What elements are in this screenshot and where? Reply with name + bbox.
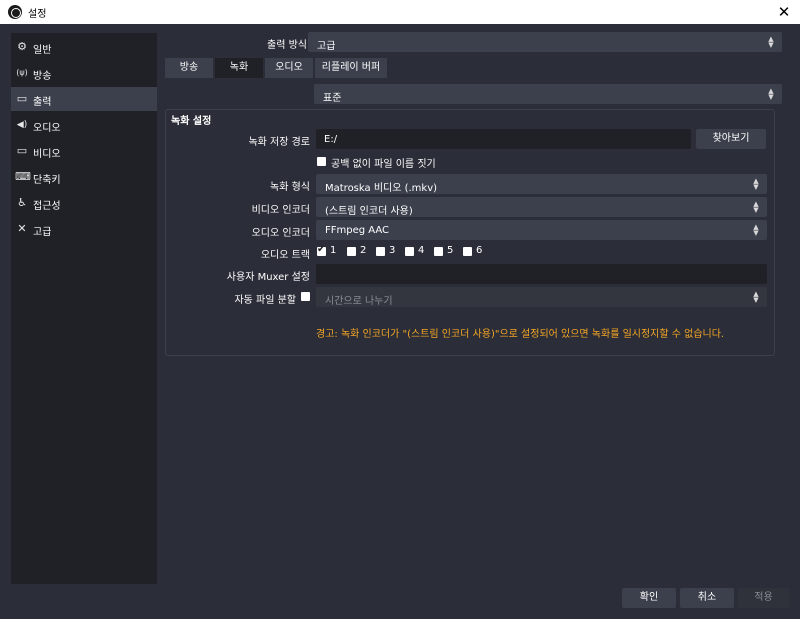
audio-track-3-checkbox[interactable]: [376, 247, 385, 256]
accessibility-icon: ♿: [17, 196, 27, 209]
output-mode-label: 출력 방식: [267, 40, 307, 51]
sidebar-item-accessibility[interactable]: ♿ 접근성: [11, 191, 157, 215]
monitor-icon: ▭: [16, 144, 28, 157]
sidebar-item-label: 일반: [33, 45, 52, 56]
sidebar-item-advanced[interactable]: ✕ 고급: [11, 217, 157, 241]
recording-path-label: 녹화 저장 경로: [248, 137, 310, 148]
ok-button[interactable]: 확인: [622, 588, 676, 608]
sidebar-item-video[interactable]: ▭ 비디오: [11, 139, 157, 163]
settings-window: ⚙ 일반 (ψ) 방송 ▭ 출력 ◀) 오디오 ▭ 비디오 ⌨ 단축키 ♿ 접근…: [0, 24, 800, 619]
video-encoder-label: 비디오 인코더: [251, 205, 310, 216]
keyboard-icon: ⌨: [15, 170, 31, 183]
audio-track-3-label: 3: [389, 245, 396, 256]
audio-track-label: 오디오 트랙: [260, 250, 310, 261]
audio-track-6-label: 6: [476, 245, 483, 256]
tab-recording[interactable]: 녹화: [215, 58, 263, 78]
muxer-settings-input[interactable]: [316, 264, 767, 284]
sidebar-item-label: 접근성: [33, 201, 61, 212]
audio-track-6-checkbox[interactable]: [463, 247, 472, 256]
output-mode-value: 고급: [317, 41, 336, 52]
group-title: 녹화 설정: [171, 116, 212, 127]
sidebar-item-label: 출력: [33, 97, 52, 108]
audio-track-1-label: 1: [330, 245, 337, 256]
recording-settings-group: 녹화 설정 녹화 저장 경로 E:/ 찾아보기 공백 없이 파일 이름 짓기 녹…: [165, 109, 775, 356]
tools-icon: ✕: [17, 222, 27, 235]
sidebar-item-audio[interactable]: ◀) 오디오: [11, 113, 157, 137]
muxer-settings-label: 사용자 Muxer 설정: [226, 272, 310, 283]
recording-path-input[interactable]: E:/: [316, 129, 691, 149]
output-icon: ▭: [16, 92, 28, 105]
cancel-button[interactable]: 취소: [680, 588, 734, 608]
type-select[interactable]: 표준 ▲ ▼: [314, 84, 782, 104]
audio-track-2-checkbox[interactable]: [347, 247, 356, 256]
auto-split-label: 자동 파일 분할: [234, 295, 296, 306]
sidebar-item-label: 단축키: [33, 175, 61, 186]
tab-stream[interactable]: 방송: [165, 58, 213, 78]
sidebar-item-label: 고급: [33, 227, 52, 238]
tab-replay-buffer[interactable]: 리플레이 버퍼: [315, 58, 387, 78]
type-value: 표준: [323, 93, 342, 104]
sidebar-item-label: 방송: [33, 71, 52, 82]
recording-format-value: Matroska 비디오 (.mkv): [325, 183, 438, 194]
recording-format-select[interactable]: Matroska 비디오 (.mkv) ▲ ▼: [316, 174, 767, 194]
up-down-chevron-icon: ▲ ▼: [768, 35, 774, 49]
sidebar-item-label: 비디오: [33, 149, 61, 160]
audio-encoder-select[interactable]: FFmpeg AAC ▲ ▼: [316, 220, 767, 240]
recording-format-label: 녹화 형식: [270, 182, 310, 193]
output-settings-panel: 출력 방식 고급 ▲▼ 방송 녹화 오디오 리플레이 버퍼 형식 표준 ▲▼ 녹…: [165, 24, 782, 584]
pause-warning-text: 경고: 녹화 인코더가 "(스트림 인코더 사용)"으로 설정되어 있으면 녹화…: [316, 329, 725, 340]
sidebar-item-general[interactable]: ⚙ 일반: [11, 35, 157, 59]
close-icon[interactable]: ✕: [772, 1, 796, 23]
sidebar-item-label: 오디오: [33, 123, 61, 134]
video-encoder-value: (스트림 인코더 사용): [325, 206, 413, 217]
up-down-chevron-icon: ▲ ▼: [753, 200, 759, 214]
apply-button[interactable]: 적용: [738, 588, 789, 608]
no-space-filename-label: 공백 없이 파일 이름 짓기: [331, 159, 436, 170]
title-bar: 설정 ✕: [0, 0, 800, 24]
up-down-chevron-icon: ▲ ▼: [753, 223, 759, 237]
sidebar-item-stream[interactable]: (ψ) 방송: [11, 61, 157, 85]
tab-audio[interactable]: 오디오: [265, 58, 313, 78]
recording-path-value: E:/: [324, 134, 338, 145]
audio-track-2-label: 2: [360, 245, 367, 256]
up-down-chevron-icon: ▲ ▼: [753, 290, 759, 304]
audio-track-5-checkbox[interactable]: [434, 247, 443, 256]
browse-button[interactable]: 찾아보기: [696, 129, 766, 149]
speaker-icon: ◀): [16, 120, 28, 130]
auto-split-value: 시간으로 나누기: [325, 296, 393, 307]
no-space-filename-checkbox[interactable]: [317, 157, 326, 166]
output-mode-select[interactable]: 고급 ▲ ▼: [308, 32, 782, 52]
up-down-chevron-icon: ▲ ▼: [768, 87, 774, 101]
audio-encoder-label: 오디오 인코더: [251, 228, 310, 239]
audio-track-1-checkbox[interactable]: [317, 244, 326, 256]
video-encoder-select[interactable]: (스트림 인코더 사용) ▲ ▼: [316, 197, 767, 217]
antenna-icon: (ψ): [16, 68, 28, 77]
auto-split-select[interactable]: 시간으로 나누기 ▲ ▼: [316, 287, 767, 307]
sidebar-item-output[interactable]: ▭ 출력: [11, 87, 157, 111]
gear-icon: ⚙: [17, 40, 27, 53]
up-down-chevron-icon: ▲ ▼: [753, 177, 759, 191]
sidebar-item-hotkeys[interactable]: ⌨ 단축키: [11, 165, 157, 189]
window-title: 설정: [28, 9, 47, 20]
audio-encoder-value: FFmpeg AAC: [325, 225, 390, 236]
audio-track-5-label: 5: [447, 245, 454, 256]
obs-logo-icon: [8, 5, 22, 19]
auto-split-checkbox[interactable]: [301, 292, 310, 301]
audio-track-4-label: 4: [418, 245, 425, 256]
audio-track-4-checkbox[interactable]: [405, 247, 414, 256]
sidebar: ⚙ 일반 (ψ) 방송 ▭ 출력 ◀) 오디오 ▭ 비디오 ⌨ 단축키 ♿ 접근…: [11, 33, 157, 584]
